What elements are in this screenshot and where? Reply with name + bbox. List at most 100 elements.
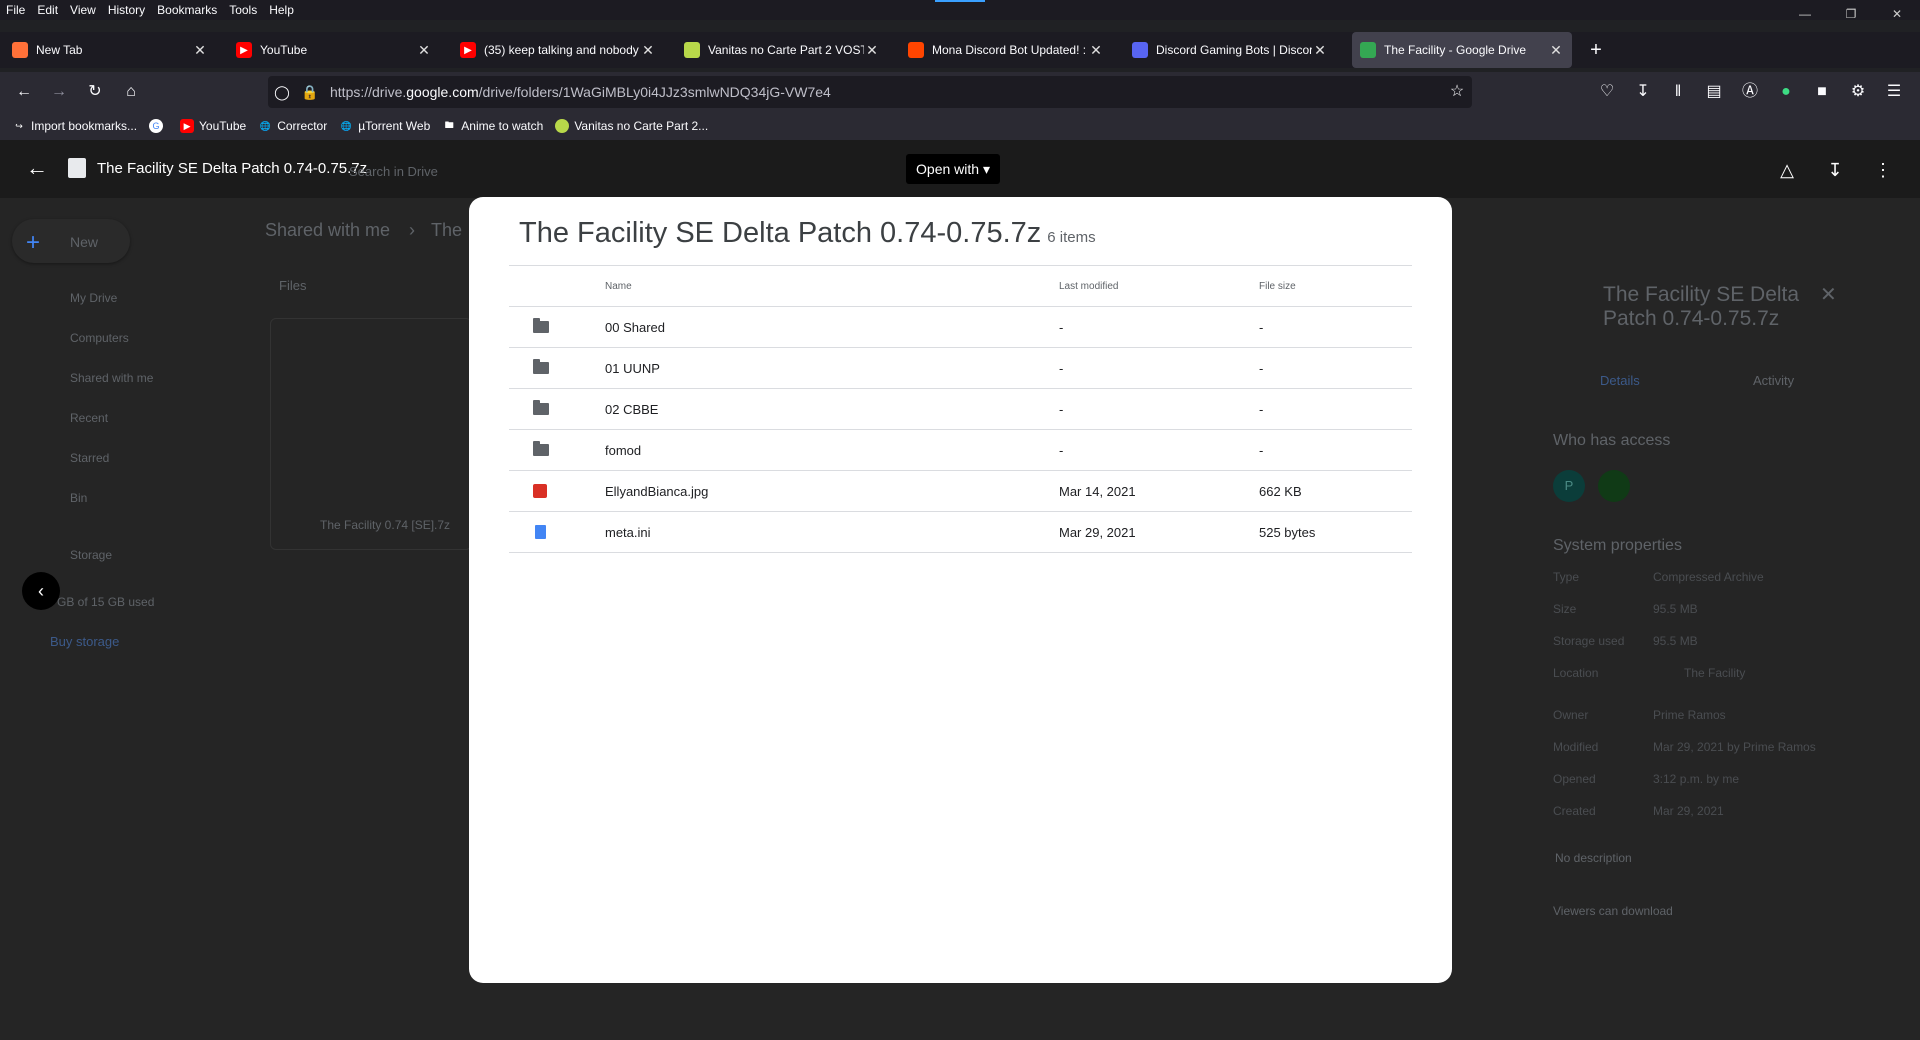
row-icon-cell [509,347,604,389]
collapse-sidebar-button[interactable]: ‹ [22,572,60,610]
drive-search-input[interactable]: Search in Drive [349,164,438,179]
bookmark-label: µTorrent Web [358,119,431,133]
close-tab-icon[interactable]: ✕ [864,42,880,59]
close-details-icon[interactable]: ✕ [1820,282,1837,307]
lock-icon[interactable]: 🔒 [300,82,320,102]
property-value: Mar 29, 2021 by Prime Ramos [1653,740,1816,754]
close-tab-icon[interactable]: ✕ [192,42,208,59]
download-icon[interactable]: ↧ [1823,158,1847,182]
reload-icon[interactable]: ↻ [85,82,105,102]
youtube-icon: ▶ [460,42,476,58]
app-menu-icon[interactable]: ☰ [1884,82,1904,102]
close-tab-icon[interactable]: ✕ [1088,42,1104,59]
file-card[interactable] [270,318,472,550]
nav-recent[interactable]: Recent [70,411,108,425]
property-value[interactable]: The Facility [1684,666,1745,680]
breadcrumb-current[interactable]: The [431,220,462,241]
table-row[interactable]: fomod - - [509,429,1412,471]
bookmark-youtube[interactable]: ▶ YouTube [180,119,246,133]
owner-avatar[interactable]: P [1553,470,1585,502]
close-tab-icon[interactable]: ✕ [1548,42,1564,59]
menu-edit[interactable]: Edit [37,3,58,17]
url-path: /drive/folders/1WaGiMBLy0i4JJz3smlwNDQ34… [478,84,831,100]
table-row[interactable]: 01 UUNP - - [509,347,1412,389]
menu-view[interactable]: View [70,3,96,17]
minimize-button[interactable]: — [1782,0,1828,28]
tab-youtube[interactable]: ▶ YouTube ✕ [228,32,440,68]
extensions-icon[interactable]: ⚙ [1848,82,1868,102]
close-tab-icon[interactable]: ✕ [640,42,656,59]
menu-tools[interactable]: Tools [229,3,257,17]
discord-icon [1132,42,1148,58]
menu-bookmarks[interactable]: Bookmarks [157,3,217,17]
add-to-drive-icon[interactable]: △ [1775,158,1799,182]
bookmark-star-icon[interactable]: ☆ [1447,82,1467,102]
new-tab-button[interactable]: + [1584,36,1608,64]
extension-r-icon[interactable]: ■ [1812,82,1832,102]
new-label: New [70,234,99,250]
bookmark-import[interactable]: ↪ Import bookmarks... [12,119,137,133]
nav-starred[interactable]: Starred [70,451,109,465]
nav-storage[interactable]: Storage [70,548,112,562]
bookmark-corrector[interactable]: 🌐 Corrector [258,119,328,133]
property-value: 95.5 MB [1653,634,1698,648]
table-row[interactable]: 02 CBBE - - [509,388,1412,430]
open-with-button[interactable]: Open with ▾ [906,154,1000,184]
breadcrumb-shared[interactable]: Shared with me [265,220,390,241]
bookmarks-bar: ↪ Import bookmarks... G ▶ YouTube 🌐 Correct… [0,112,1920,140]
tab-discord-bots[interactable]: Discord Gaming Bots | Discord B ✕ [1124,32,1336,68]
tab-details[interactable]: Details [1600,373,1640,388]
tab-mona-discord[interactable]: Mona Discord Bot Updated! : Ge ✕ [900,32,1112,68]
menu-history[interactable]: History [108,3,145,17]
table-row[interactable]: 00 Shared - - [509,306,1412,348]
tab-label: New Tab [36,43,83,57]
forward-icon[interactable]: → [49,82,69,102]
shield-icon[interactable]: ◯ [272,82,292,102]
bookmark-vanitas[interactable]: Vanitas no Carte Part 2... [555,119,708,133]
nav-my-drive[interactable]: My Drive [70,291,117,305]
close-tab-icon[interactable]: ✕ [1312,42,1328,59]
menu-help[interactable]: Help [269,3,294,17]
close-tab-icon[interactable]: ✕ [416,42,432,59]
back-icon[interactable]: ← [14,82,34,102]
more-options-icon[interactable]: ⋮ [1871,158,1895,182]
nav-shared-with-me[interactable]: Shared with me [70,371,153,385]
sidebar-icon[interactable]: ▤ [1704,82,1724,102]
downloads-icon[interactable]: ↧ [1633,82,1653,102]
tab-vanitas[interactable]: Vanitas no Carte Part 2 VOSTFR ✕ [676,32,888,68]
column-header-size: File size [1258,265,1412,307]
table-row[interactable]: EllyandBianca.jpg Mar 14, 2021 662 KB [509,470,1412,512]
bookmark-utorrent[interactable]: 🌐 µTorrent Web [339,119,431,133]
pocket-icon[interactable]: ♡ [1597,82,1617,102]
row-modified: - [1058,388,1258,430]
viewer-back-icon[interactable]: ← [26,156,50,180]
restore-button[interactable]: ❐ [1828,0,1874,28]
viewer-title: The Facility SE Delta Patch 0.74-0.75.7z [97,160,368,177]
row-icon-cell [509,388,604,430]
row-size: - [1258,388,1412,430]
table-row[interactable]: meta.ini Mar 29, 2021 525 bytes [509,511,1412,553]
tab-new-tab[interactable]: New Tab ✕ [4,32,216,68]
extension-green-icon[interactable]: ● [1776,82,1796,102]
tab-google-drive[interactable]: The Facility - Google Drive ✕ [1352,32,1572,68]
tab-label: The Facility - Google Drive [1384,43,1527,57]
folder-icon [533,441,549,456]
tab-keep-talking[interactable]: ▶ (35) keep talking and nobody e ✕ [452,32,664,68]
menu-file[interactable]: File [6,3,25,17]
home-icon[interactable]: ⌂ [121,82,141,102]
library-icon[interactable]: ‖ [1668,82,1688,102]
property-label: Location [1553,666,1599,680]
bookmark-anime-folder[interactable]: 🖿 Anime to watch [442,119,544,133]
close-window-button[interactable]: ✕ [1874,0,1920,28]
files-section-label: Files [279,278,307,293]
extension-a-icon[interactable]: Ⓐ [1740,82,1760,102]
nav-computers[interactable]: Computers [70,331,129,345]
folder-icon [533,318,549,333]
nav-bin[interactable]: Bin [70,491,87,505]
bookmark-google[interactable]: G [149,119,168,133]
property-value: Mar 29, 2021 [1653,804,1724,818]
property-value: 95.5 MB [1653,602,1698,616]
tab-activity[interactable]: Activity [1753,373,1794,388]
buy-storage-button[interactable]: Buy storage [50,634,119,649]
link-share-icon[interactable] [1598,470,1630,502]
